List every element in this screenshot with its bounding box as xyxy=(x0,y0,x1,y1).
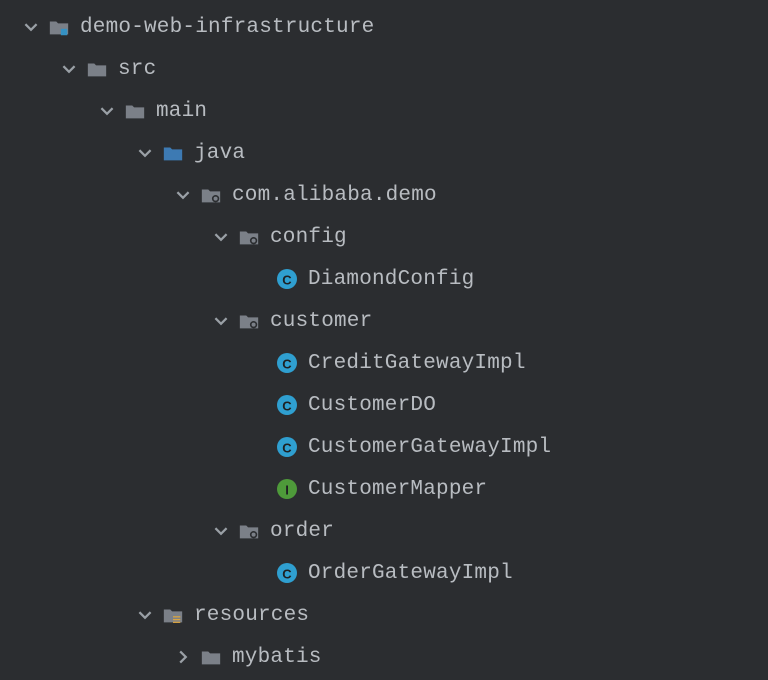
package-icon xyxy=(234,226,264,248)
tree-item-label: CustomerDO xyxy=(308,394,436,417)
resources-folder-icon xyxy=(158,604,188,626)
tree-row[interactable]: mybatis xyxy=(0,636,768,678)
project-tree: demo-web-infrastructure srcmain java com.al… xyxy=(0,0,768,680)
tree-row[interactable]: src xyxy=(0,48,768,90)
chevron-down-icon[interactable] xyxy=(208,314,234,328)
tree-row[interactable]: C OrderGatewayImpl xyxy=(0,552,768,594)
tree-row[interactable]: C CustomerGatewayImpl xyxy=(0,426,768,468)
tree-item-label: com.alibaba.demo xyxy=(232,184,437,207)
tree-row[interactable]: config xyxy=(0,216,768,258)
chevron-down-icon[interactable] xyxy=(170,188,196,202)
package-icon xyxy=(196,184,226,206)
svg-text:C: C xyxy=(282,273,292,288)
java-interface-icon: I xyxy=(272,478,302,500)
tree-row[interactable]: C DiamondConfig xyxy=(0,258,768,300)
tree-item-label: CustomerGatewayImpl xyxy=(308,436,551,459)
tree-row[interactable]: I CustomerMapper xyxy=(0,468,768,510)
tree-item-label: CreditGatewayImpl xyxy=(308,352,526,375)
tree-item-label: main xyxy=(156,100,207,123)
java-class-icon: C xyxy=(272,268,302,290)
svg-text:C: C xyxy=(282,441,292,456)
folder-icon xyxy=(120,100,150,122)
chevron-right-icon[interactable] xyxy=(170,650,196,664)
tree-row[interactable]: C CreditGatewayImpl xyxy=(0,342,768,384)
chevron-down-icon[interactable] xyxy=(56,62,82,76)
tree-item-label: OrderGatewayImpl xyxy=(308,562,513,585)
chevron-down-icon[interactable] xyxy=(208,230,234,244)
chevron-down-icon[interactable] xyxy=(132,146,158,160)
tree-item-label: CustomerMapper xyxy=(308,478,487,501)
tree-row[interactable]: resources xyxy=(0,594,768,636)
tree-row[interactable]: customer xyxy=(0,300,768,342)
svg-text:I: I xyxy=(285,483,289,498)
tree-row[interactable]: java xyxy=(0,132,768,174)
svg-text:C: C xyxy=(282,357,292,372)
java-class-icon: C xyxy=(272,352,302,374)
tree-row[interactable]: order xyxy=(0,510,768,552)
tree-row[interactable]: demo-web-infrastructure xyxy=(0,6,768,48)
tree-item-label: config xyxy=(270,226,347,249)
tree-item-label: customer xyxy=(270,310,372,333)
tree-item-label: resources xyxy=(194,604,309,627)
tree-item-label: mybatis xyxy=(232,646,322,669)
java-class-icon: C xyxy=(272,394,302,416)
source-folder-icon xyxy=(158,142,188,164)
tree-row[interactable]: com.alibaba.demo xyxy=(0,174,768,216)
tree-item-label: src xyxy=(118,58,156,81)
tree-row[interactable]: main xyxy=(0,90,768,132)
java-class-icon: C xyxy=(272,562,302,584)
tree-item-label: order xyxy=(270,520,334,543)
package-icon xyxy=(234,520,264,542)
folder-icon xyxy=(82,58,112,80)
folder-icon xyxy=(196,646,226,668)
svg-text:C: C xyxy=(282,567,292,582)
chevron-down-icon[interactable] xyxy=(132,608,158,622)
tree-item-label: java xyxy=(194,142,245,165)
module-folder-icon xyxy=(44,16,74,38)
tree-item-label: demo-web-infrastructure xyxy=(80,16,374,39)
svg-text:C: C xyxy=(282,399,292,414)
tree-item-label: DiamondConfig xyxy=(308,268,474,291)
chevron-down-icon[interactable] xyxy=(94,104,120,118)
chevron-down-icon[interactable] xyxy=(18,20,44,34)
package-icon xyxy=(234,310,264,332)
tree-row[interactable]: C CustomerDO xyxy=(0,384,768,426)
java-class-icon: C xyxy=(272,436,302,458)
chevron-down-icon[interactable] xyxy=(208,524,234,538)
